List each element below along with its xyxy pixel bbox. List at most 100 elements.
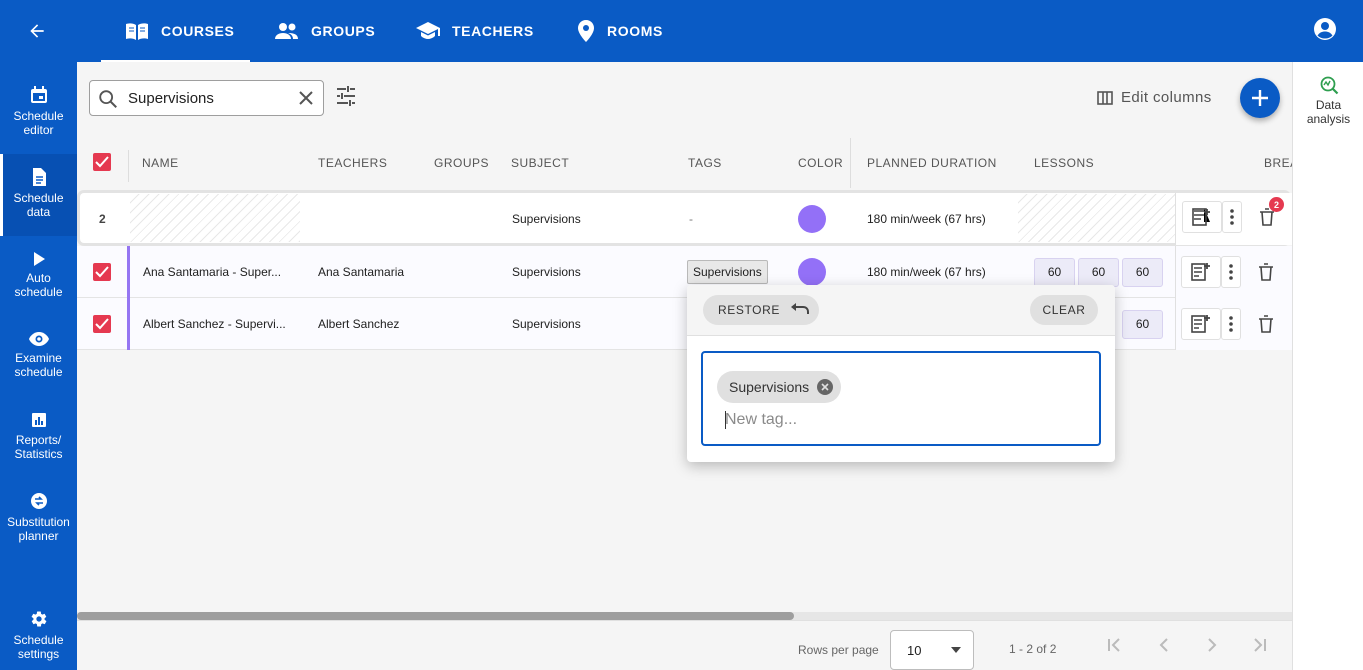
delete-count-badge: 2 [1269,197,1284,212]
column-header-breaks[interactable]: BREA [1264,156,1292,170]
sidebar-item-label: Schedule settings [13,633,64,661]
more-options-button[interactable] [1222,201,1242,233]
tab-courses[interactable]: COURSES [101,0,250,62]
delete-button[interactable] [1255,308,1277,340]
subject-cell: Supervisions [512,212,581,226]
gear-icon [31,611,46,627]
column-header-tags[interactable]: TAGS [688,156,722,170]
column-header-teachers[interactable]: TEACHERS [318,156,387,170]
row-checkbox[interactable] [93,263,111,281]
tab-teachers[interactable]: TEACHERS [416,0,534,62]
column-divider [850,138,851,188]
sidebar-item-schedule-settings[interactable]: Schedule settings [0,608,77,670]
calendar-icon [30,86,47,103]
add-course-button[interactable] [1240,78,1280,118]
sidebar-item-label: Auto schedule [14,271,63,299]
sidebar-item-schedule-data[interactable]: Schedule data [0,154,77,236]
tag-chip[interactable]: Supervisions [717,371,842,403]
sidebar-item-auto-schedule[interactable]: Auto schedule [0,250,77,320]
tags-cell: - [689,212,693,226]
column-header-groups[interactable]: GROUPS [434,156,489,170]
right-panel: Data analysis [1292,62,1363,670]
column-header-lessons[interactable]: LESSONS [1034,156,1094,170]
column-header-name[interactable]: NAME [142,156,179,170]
color-cell[interactable] [798,193,826,245]
top-app-bar: COURSES GROUPS TEACHERS ROOMS [0,0,1363,62]
sidebar-item-label: Examine schedule [14,351,63,379]
edit-columns-label: Edit columns [1121,89,1212,106]
row-actions: 2 [1175,193,1292,245]
back-button[interactable] [22,16,52,46]
left-sidebar: Schedule editor Schedule data Auto sched… [0,62,77,670]
row-color-bar [127,298,130,350]
more-options-button[interactable] [1221,256,1241,288]
note-add-icon [1192,208,1210,226]
more-options-button[interactable] [1221,308,1241,340]
trash-icon [1259,263,1273,281]
data-analysis-label: Data analysis [1306,98,1351,126]
clear-search-button[interactable] [296,88,316,113]
column-header-color[interactable]: COLOR [798,156,843,170]
group-row[interactable]: 2 Supervisions - 180 min/week (67 hrs) 2 [80,193,1292,245]
hatched-placeholder [130,194,300,242]
select-all-checkbox[interactable] [93,153,111,171]
clear-button[interactable]: CLEAR [1030,295,1098,325]
next-page-button[interactable] [1204,637,1220,658]
add-to-schedule-button[interactable] [1182,201,1222,233]
text-cursor [725,411,726,429]
restore-button[interactable]: RESTORE [703,295,819,325]
column-header-subject[interactable]: SUBJECT [511,156,569,170]
previous-page-button[interactable] [1156,637,1172,658]
account-button[interactable] [1313,17,1341,45]
search-input[interactable] [128,87,288,109]
data-analysis-button[interactable]: Data analysis [1293,76,1363,126]
teacher-cell: Albert Sanchez [318,317,400,331]
tab-rooms[interactable]: ROOMS [577,0,663,62]
lesson-chip[interactable]: 60 [1078,257,1119,287]
lesson-chip[interactable]: 60 [1122,309,1163,339]
lesson-chip[interactable]: 60 [1122,257,1163,287]
search-icon [99,90,117,108]
remove-tag-button[interactable] [817,379,834,395]
tag-chip-label: Supervisions [729,379,810,395]
close-icon [299,91,313,105]
edit-columns-button[interactable]: Edit columns [1097,89,1212,106]
check-icon [95,318,109,330]
add-to-schedule-button[interactable] [1181,308,1221,340]
teacher-cell: Ana Santamaria [318,265,405,279]
pagination-range: 1 - 2 of 2 [1009,642,1057,656]
delete-button[interactable] [1255,256,1277,288]
delete-button[interactable]: 2 [1256,197,1284,233]
add-to-schedule-button[interactable] [1181,256,1221,288]
last-page-button[interactable] [1252,637,1268,658]
color-swatch [798,205,826,233]
tune-icon [337,86,355,106]
horizontal-scrollbar[interactable] [77,612,1292,620]
tab-groups[interactable]: GROUPS [275,0,375,62]
last-page-icon [1254,638,1266,652]
people-icon [275,23,298,39]
sidebar-item-substitution-planner[interactable]: Substitution planner [0,490,77,560]
tag-chip[interactable]: Supervisions [687,260,768,284]
lesson-chip[interactable]: 60 [1034,257,1075,287]
sidebar-item-schedule-editor[interactable]: Schedule editor [0,76,77,146]
row-checkbox[interactable] [93,315,111,333]
scrollbar-thumb[interactable] [77,612,794,620]
rows-per-page-select[interactable]: 10 [890,630,974,670]
sidebar-item-examine-schedule[interactable]: Examine schedule [0,330,77,400]
first-page-button[interactable] [1106,637,1122,658]
tag-editor-popover: RESTORE CLEAR Supervisions [687,285,1115,462]
tag-input-field[interactable]: Supervisions [701,351,1101,446]
sidebar-item-reports-statistics[interactable]: Reports/ Statistics [0,410,77,480]
book-open-icon [126,23,148,40]
filter-button[interactable] [335,86,357,111]
clear-label: CLEAR [1042,303,1086,317]
graduation-cap-icon [416,22,440,39]
new-tag-input[interactable] [725,410,1025,430]
row-actions [1175,298,1292,350]
note-add-icon [1191,315,1210,333]
tag-editor-header: RESTORE CLEAR [687,285,1115,336]
plus-icon [1252,90,1268,106]
group-count: 2 [99,212,106,226]
column-header-planned-duration[interactable]: PLANNED DURATION [867,156,997,170]
